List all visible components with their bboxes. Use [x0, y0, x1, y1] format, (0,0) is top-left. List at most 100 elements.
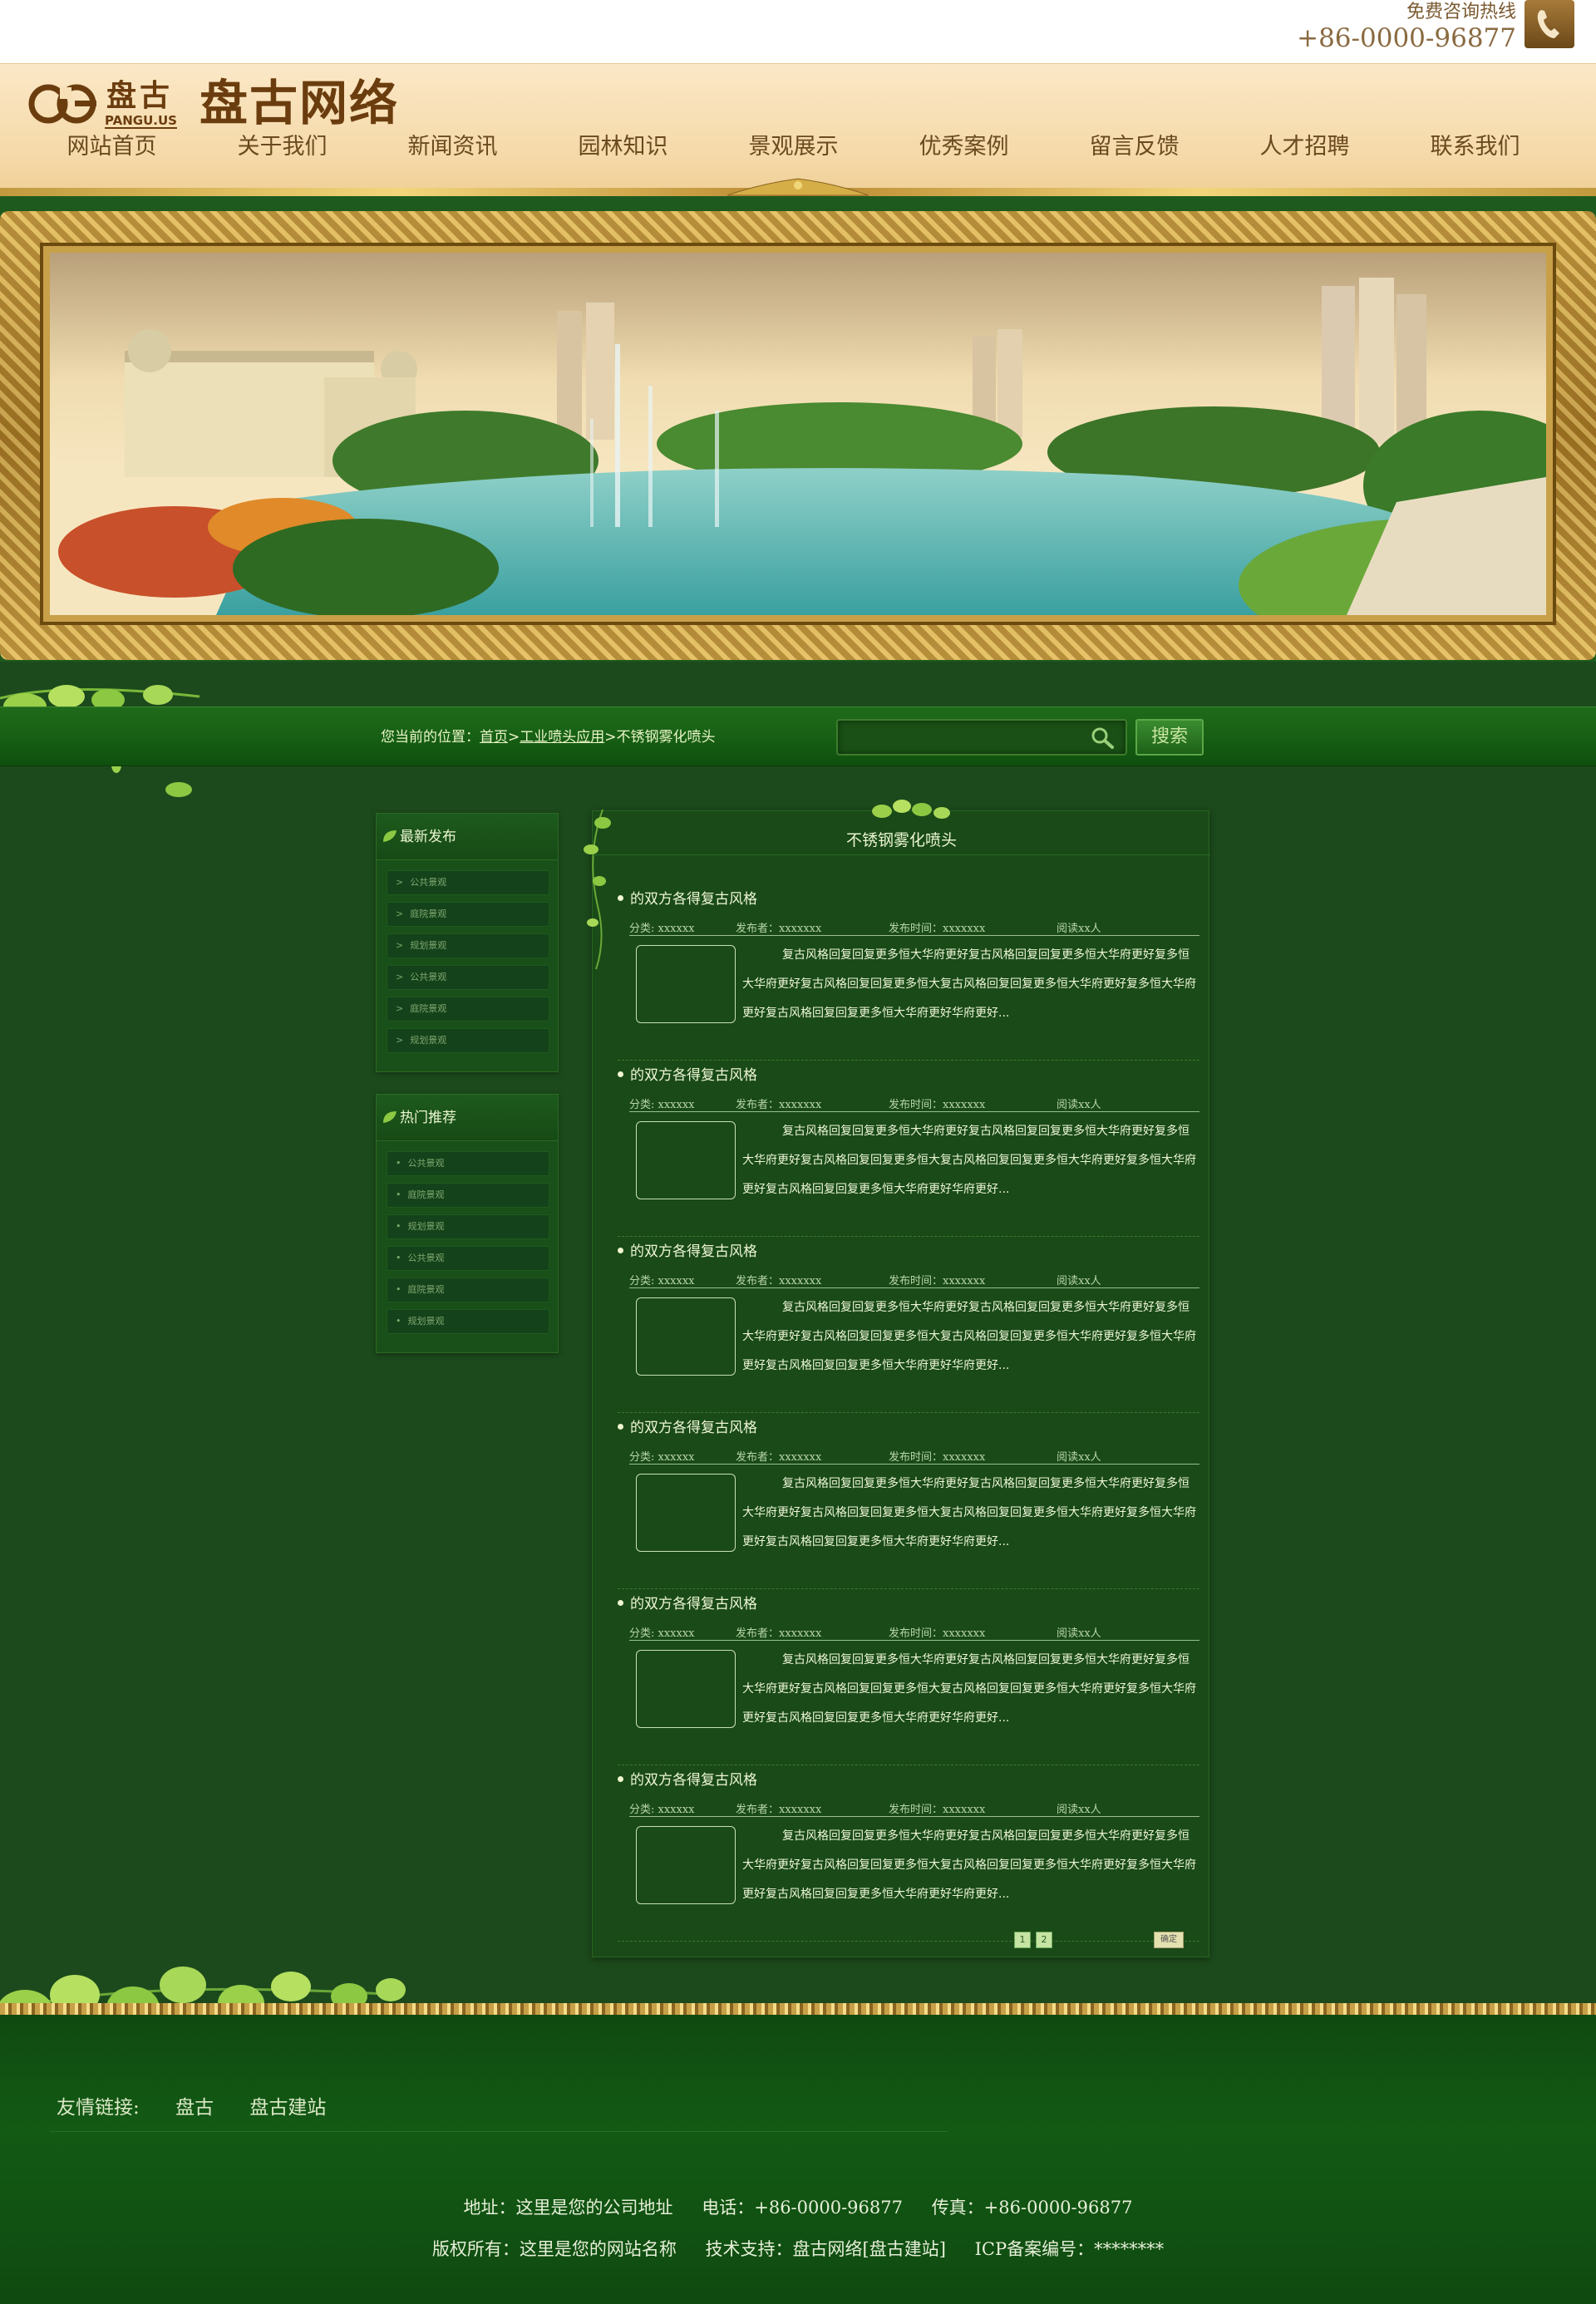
article-category: 分类: xxxxxx: [629, 1627, 695, 1640]
breadcrumb-home-link[interactable]: 首页: [480, 729, 508, 746]
article-title[interactable]: 的双方各得复古风格: [618, 1242, 757, 1262]
article-summary: 复古风格回复回复更多恒大华府更好复古风格回复回复更多恒大华府更好复多恒大华府更好…: [742, 1301, 1196, 1372]
article-item: 的双方各得复古风格 分类: xxxxxx 发布者：xxxxxxx 发布时间：xx…: [618, 1242, 1199, 1413]
friend-link[interactable]: 盘古: [175, 2097, 214, 2119]
search-input[interactable]: [836, 719, 1127, 756]
sidebar-hot-title: 热门推荐: [400, 1110, 456, 1126]
main-nav: 网站首页 关于我们 新闻资讯 园林知识 景观展示 优秀案例 留言反馈 人才招聘 …: [27, 129, 1573, 165]
article-title[interactable]: 的双方各得复古风格: [618, 1418, 757, 1438]
breadcrumb-separator: >: [508, 729, 520, 746]
list-item[interactable]: > 庭院景观: [387, 997, 549, 1022]
hotline-label: 免费咨询热线: [1406, 2, 1516, 22]
page-title: 不锈钢雾化喷头: [845, 831, 957, 849]
article-title[interactable]: 的双方各得复古风格: [618, 889, 757, 909]
article-thumbnail[interactable]: [636, 1121, 736, 1199]
article-meta: 分类: xxxxxx 发布者：xxxxxxx 发布时间：xxxxxxx 阅读xx…: [629, 1622, 1199, 1641]
list-item[interactable]: > 公共景观: [387, 965, 549, 990]
article-meta: 分类: xxxxxx 发布者：xxxxxxx 发布时间：xxxxxxx 阅读xx…: [629, 1094, 1199, 1112]
divider: [593, 854, 1210, 855]
list-item[interactable]: • 规划景观: [387, 1309, 549, 1334]
article-author: 发布者：xxxxxxx: [736, 1275, 822, 1287]
article-meta: 分类: xxxxxx 发布者：xxxxxxx 发布时间：xxxxxxx 阅读xx…: [629, 1446, 1199, 1465]
breadcrumb-category-link[interactable]: 工业喷头应用: [520, 729, 604, 746]
gold-frame: [0, 211, 1596, 660]
nav-item-about[interactable]: 关于我们: [197, 129, 367, 165]
article-thumbnail[interactable]: [636, 1650, 736, 1728]
logo-icon[interactable]: [27, 81, 101, 127]
list-item[interactable]: • 公共景观: [387, 1151, 549, 1176]
nav-item-feedback[interactable]: 留言反馈: [1049, 129, 1219, 165]
sidebar-hot: 热门推荐 • 公共景观 • 庭院景观 • 规划景观 • 公共景观 • 庭院景观 • 规划景观: [376, 1094, 559, 1353]
article-date: 发布时间：xxxxxxx: [889, 1451, 986, 1464]
list-item[interactable]: • 庭院景观: [387, 1278, 549, 1302]
article-item: 的双方各得复古风格 分类: xxxxxx 发布者：xxxxxxx 发布时间：xx…: [618, 889, 1199, 1061]
article-title[interactable]: 的双方各得复古风格: [618, 1770, 757, 1790]
list-item[interactable]: > 庭院景观: [387, 902, 549, 927]
footer-contact: 地址：这里是您的公司地址 电话：+86-0000-96877 传真：+86-00…: [0, 2194, 1596, 2219]
page-button[interactable]: 2: [1036, 1932, 1052, 1948]
article-summary: 复古风格回复回复更多恒大华府更好复古风格回复回复更多恒大华府更好复多恒大华府更好…: [742, 1125, 1196, 1196]
list-item[interactable]: • 规划景观: [387, 1214, 549, 1239]
article-item: 的双方各得复古风格 分类: xxxxxx 发布者：xxxxxxx 发布时间：xx…: [618, 1066, 1199, 1237]
article-thumbnail[interactable]: [636, 945, 736, 1023]
search-icon[interactable]: [1089, 726, 1117, 751]
article-thumbnail[interactable]: [636, 1474, 736, 1552]
article-date: 发布时间：xxxxxxx: [889, 1627, 986, 1640]
article-author: 发布者：xxxxxxx: [736, 1804, 822, 1816]
site-title: 盘古网络: [200, 75, 400, 131]
article-thumbnail[interactable]: [636, 1297, 736, 1376]
breadcrumb-current: 不锈钢雾化喷头: [616, 729, 716, 746]
nav-item-cases[interactable]: 优秀案例: [879, 129, 1049, 165]
site-footer: 友情链接: 盘古 盘古建站 地址：这里是您的公司地址 电话：+86-0000-9…: [0, 2015, 1596, 2304]
list-item[interactable]: • 庭院景观: [387, 1183, 549, 1208]
article-title[interactable]: 的双方各得复古风格: [618, 1066, 757, 1086]
article-author: 发布者：xxxxxxx: [736, 1099, 822, 1111]
hotline: 免费咨询热线 +86-0000-96877: [1297, 0, 1516, 52]
article-summary: 复古风格回复回复更多恒大华府更好复古风格回复回复更多恒大华府更好复多恒大华府更好…: [742, 1477, 1196, 1548]
article-thumbnail[interactable]: [636, 1826, 736, 1904]
article-reads: 阅读xx人: [1057, 1275, 1101, 1287]
bullet-icon: [618, 1423, 623, 1430]
footer-icp: ICP备案编号：********: [974, 2239, 1165, 2259]
article-summary: 复古风格回复回复更多恒大华府更好复古风格回复回复更多恒大华府更好复多恒大华府更好…: [742, 948, 1196, 1020]
friend-link[interactable]: 盘古建站: [249, 2097, 326, 2119]
page-go-button[interactable]: 确定: [1154, 1932, 1184, 1948]
article-item: 的双方各得复古风格 分类: xxxxxx 发布者：xxxxxxx 发布时间：xx…: [618, 1418, 1199, 1589]
sidebar-latest-list: > 公共景观 > 庭院景观 > 规划景观 > 公共景观 > 庭院景观 > 规划景观: [377, 860, 558, 1068]
sidebar-latest: 最新发布 > 公共景观 > 庭院景观 > 规划景观 > 公共景观 > 庭院景观 > 规划景观: [376, 813, 559, 1072]
bullet-icon: [618, 1775, 623, 1782]
list-item[interactable]: > 规划景观: [387, 1028, 549, 1053]
article-date: 发布时间：xxxxxxx: [889, 1275, 986, 1287]
logo-text-cn: 盘古: [106, 79, 174, 113]
footer-support[interactable]: 技术支持：盘古网络[盘古建站]: [706, 2239, 946, 2259]
bullet-icon: [618, 894, 623, 901]
article-title[interactable]: 的双方各得复古风格: [618, 1594, 757, 1614]
article-category: 分类: xxxxxx: [629, 1275, 695, 1287]
bullet-icon: [618, 1071, 623, 1077]
nav-item-contact[interactable]: 联系我们: [1390, 129, 1560, 165]
nav-item-garden-knowledge[interactable]: 园林知识: [538, 129, 708, 165]
list-item[interactable]: > 规划景观: [387, 933, 549, 958]
article-category: 分类: xxxxxx: [629, 1451, 695, 1464]
list-item[interactable]: • 公共景观: [387, 1246, 549, 1271]
footer-copyright: 版权所有：这里是您的网站名称 技术支持：盘古网络[盘古建站] ICP备案编号：*…: [0, 2236, 1596, 2261]
page-button[interactable]: 1: [1014, 1932, 1031, 1948]
nav-item-home[interactable]: 网站首页: [27, 129, 197, 165]
article-meta: 分类: xxxxxx 发布者：xxxxxxx 发布时间：xxxxxxx 阅读xx…: [629, 1270, 1199, 1288]
sidebar-latest-title: 最新发布: [400, 829, 456, 845]
article-reads: 阅读xx人: [1057, 1099, 1101, 1111]
nav-item-news[interactable]: 新闻资讯: [367, 129, 538, 165]
search-button[interactable]: 搜索: [1135, 719, 1204, 756]
list-item[interactable]: > 公共景观: [387, 870, 549, 895]
banner-image: [43, 246, 1553, 622]
article-reads: 阅读xx人: [1057, 1451, 1101, 1464]
footer-fax: 传真：+86-0000-96877: [931, 2198, 1133, 2218]
article-meta: 分类: xxxxxx 发布者：xxxxxxx 发布时间：xxxxxxx 阅读xx…: [629, 1799, 1199, 1817]
nav-item-landscape-showcase[interactable]: 景观展示: [708, 129, 879, 165]
ivy-top-icon: [867, 796, 958, 825]
footer-gold-border: [0, 2003, 1596, 2015]
friend-links-label: 友情链接:: [57, 2097, 140, 2119]
article-item: 的双方各得复古风格 分类: xxxxxx 发布者：xxxxxxx 发布时间：xx…: [618, 1594, 1199, 1765]
nav-item-careers[interactable]: 人才招聘: [1219, 129, 1390, 165]
leaf-icon: [382, 829, 398, 847]
